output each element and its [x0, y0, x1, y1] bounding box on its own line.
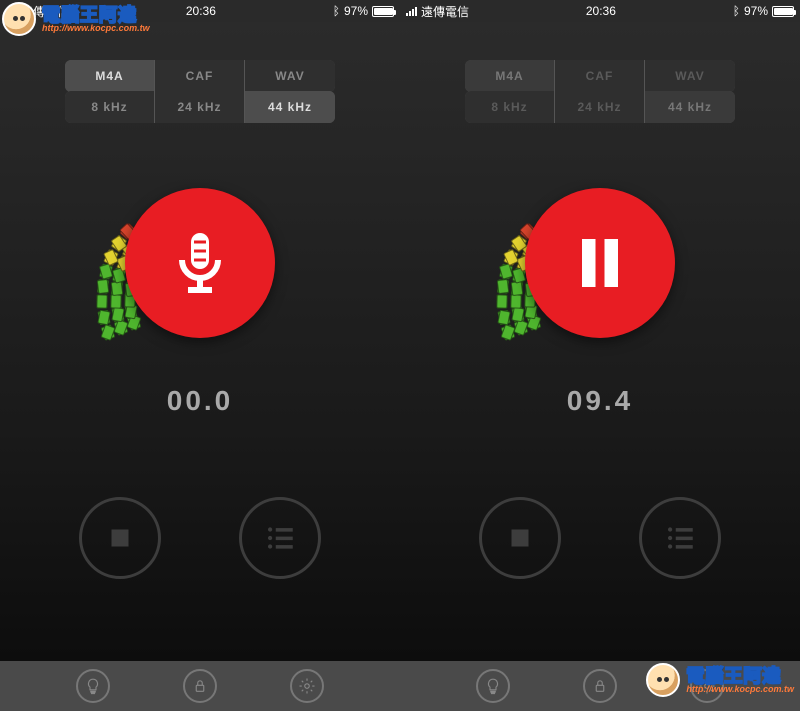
battery-pct: 97% [344, 4, 368, 18]
avatar-icon [2, 2, 36, 36]
rate-24khz[interactable]: 24 kHz [155, 91, 245, 123]
recordings-list-button[interactable] [639, 497, 721, 579]
screen-right: 遠傳電信 20:36 ᛒ 97% M4A CAF WAV 8 kHz 24 kH… [400, 0, 800, 711]
format-wav[interactable]: WAV [645, 60, 735, 92]
pause-button[interactable] [525, 188, 675, 338]
record-button[interactable] [125, 188, 275, 338]
stop-button[interactable] [479, 497, 561, 579]
timer-display: 00.0 [0, 385, 400, 417]
screen-left: 遠傳電信 20:36 ᛒ 97% M4A CAF WAV 8 kHz 24 kH… [0, 0, 400, 711]
watermark-url: http://www.kocpc.com.tw [686, 685, 794, 694]
rate-8khz[interactable]: 8 kHz [465, 91, 555, 123]
record-area [0, 163, 400, 363]
stop-icon [503, 521, 537, 555]
bottom-toolbar [0, 661, 400, 711]
format-controls: M4A CAF WAV 8 kHz 24 kHz 44 kHz [400, 60, 800, 123]
watermark-url: http://www.kocpc.com.tw [42, 24, 150, 33]
lock-button[interactable] [183, 669, 217, 703]
lock-icon [191, 677, 209, 695]
timer-display: 09.4 [400, 385, 800, 417]
carrier-label: 遠傳電信 [421, 3, 469, 20]
lock-icon [591, 677, 609, 695]
watermark-title: 電腦王阿達 [686, 667, 794, 685]
list-icon [663, 521, 697, 555]
battery-icon [372, 6, 394, 17]
rate-44khz[interactable]: 44 kHz [645, 91, 735, 123]
signal-icon [406, 6, 417, 16]
clock: 20:36 [586, 4, 616, 18]
format-controls: M4A CAF WAV 8 kHz 24 kHz 44 kHz [0, 60, 400, 123]
lightbulb-icon [484, 677, 502, 695]
format-wav[interactable]: WAV [245, 60, 335, 92]
battery-pct: 97% [744, 4, 768, 18]
tip-button[interactable] [76, 669, 110, 703]
rate-segment: 8 kHz 24 kHz 44 kHz [465, 91, 735, 123]
format-caf[interactable]: CAF [555, 60, 645, 92]
format-caf[interactable]: CAF [155, 60, 245, 92]
recordings-list-button[interactable] [239, 497, 321, 579]
rate-segment: 8 kHz 24 kHz 44 kHz [65, 91, 335, 123]
format-m4a[interactable]: M4A [65, 60, 155, 92]
format-segment: M4A CAF WAV [465, 60, 735, 92]
list-icon [263, 521, 297, 555]
tip-button[interactable] [476, 669, 510, 703]
rate-44khz[interactable]: 44 kHz [245, 91, 335, 123]
secondary-controls [400, 497, 800, 579]
format-m4a[interactable]: M4A [465, 60, 555, 92]
bluetooth-icon: ᛒ [733, 4, 740, 18]
battery-icon [772, 6, 794, 17]
watermark-bottom-right: 電腦王阿達 http://www.kocpc.com.tw [646, 663, 794, 697]
rate-24khz[interactable]: 24 kHz [555, 91, 645, 123]
gear-icon [298, 677, 316, 695]
stop-icon [103, 521, 137, 555]
clock: 20:36 [186, 4, 216, 18]
rate-8khz[interactable]: 8 kHz [65, 91, 155, 123]
lock-button[interactable] [583, 669, 617, 703]
record-area [400, 163, 800, 363]
microphone-icon [164, 227, 236, 299]
bluetooth-icon: ᛒ [333, 4, 340, 18]
settings-button[interactable] [290, 669, 324, 703]
format-segment: M4A CAF WAV [65, 60, 335, 92]
status-bar: 遠傳電信 20:36 ᛒ 97% [400, 0, 800, 22]
secondary-controls [0, 497, 400, 579]
watermark-top-left: 電腦王阿達 http://www.kocpc.com.tw [2, 2, 150, 36]
stop-button[interactable] [79, 497, 161, 579]
lightbulb-icon [84, 677, 102, 695]
watermark-title: 電腦王阿達 [42, 6, 150, 24]
pause-icon [564, 227, 636, 299]
avatar-icon [646, 663, 680, 697]
